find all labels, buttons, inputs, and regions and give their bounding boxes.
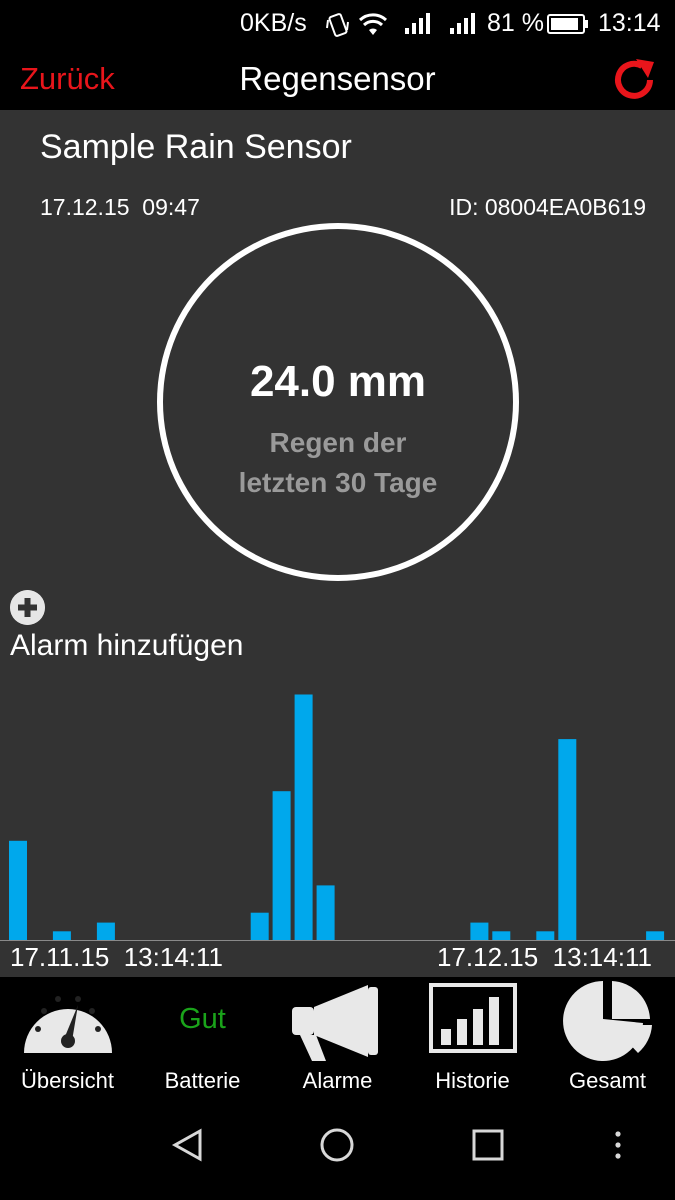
x-axis-start-label: 17.11.15 13:14:11 (10, 942, 224, 972)
rain-bar (250, 912, 269, 940)
rain-amount: 24.0 mm (249, 357, 427, 406)
plus-circle-icon (10, 590, 45, 625)
rain-bar (558, 739, 577, 940)
rain-bar (96, 922, 115, 940)
nav-label-history: Historie (435, 1068, 510, 1093)
nav-label-battery: Batterie (164, 1068, 241, 1093)
sensor-name: Sample Rain Sensor (40, 128, 352, 166)
last-update-timestamp: 17.12.15 09:47 (40, 194, 200, 220)
rain-bar (492, 931, 511, 940)
back-triangle-icon[interactable] (170, 1127, 206, 1163)
nav-label-alarms: Alarme (302, 1068, 373, 1093)
rain-bar (470, 922, 489, 940)
nav-label-overview: Übersicht (21, 1068, 114, 1093)
rain-caption: Regen der letzten 30 Tage (157, 423, 519, 503)
megaphone-icon (292, 985, 378, 1061)
speedometer-icon (24, 996, 112, 1053)
add-alarm-button[interactable]: Alarm hinzufügen (10, 587, 310, 667)
battery-status-text: Gut (179, 1003, 226, 1035)
bar-chart-icon (429, 983, 517, 1053)
clock: 13:14 (598, 9, 661, 37)
rain-caption-line2: letzten 30 Tage (238, 467, 438, 498)
battery-icon (547, 14, 588, 34)
rain-caption-line1: Regen der (269, 427, 407, 458)
rain-bar (646, 931, 665, 940)
nav-label-total: Gesamt (568, 1068, 647, 1093)
rain-bar (272, 791, 291, 940)
pie-chart-icon (563, 981, 652, 1061)
nav-item-overview[interactable]: Übersicht (0, 977, 135, 1097)
system-nav-bar (0, 1097, 675, 1200)
rain-bar (52, 931, 71, 940)
status-bar: 0KB/s 81 % 13:14 (0, 0, 675, 48)
nav-item-total[interactable]: Gesamt (540, 977, 675, 1097)
rain-bar-chart (0, 694, 675, 941)
add-alarm-label: Alarm hinzufügen (10, 629, 244, 662)
vibrate-icon (326, 13, 349, 37)
sensor-id: ID: 08004EA0B619 (449, 194, 646, 220)
sensor-detail: Sample Rain Sensor 17.12.15 09:47 ID: 08… (0, 110, 675, 977)
battery-percent: 81 % (487, 9, 544, 37)
nav-item-history[interactable]: Historie (405, 977, 540, 1097)
signal-icon (450, 13, 475, 34)
home-circle-icon[interactable] (319, 1127, 355, 1163)
x-axis-end-label: 17.12.15 13:14:11 (437, 942, 652, 972)
rain-bar (536, 931, 555, 940)
nav-item-alarms[interactable]: Alarme (270, 977, 405, 1097)
recents-square-icon[interactable] (470, 1127, 506, 1163)
bottom-nav: Übersicht Gut Batterie Alarme Historie G… (0, 977, 675, 1097)
app-bar: Zurück Regensensor (0, 48, 675, 110)
refresh-icon[interactable] (612, 58, 658, 102)
rain-bar (294, 694, 313, 940)
rain-bar (9, 840, 27, 940)
signal-icon (405, 13, 430, 34)
back-button[interactable]: Zurück (20, 61, 115, 97)
more-dots-icon[interactable] (610, 1127, 626, 1163)
net-speed: 0KB/s (240, 9, 307, 37)
rain-bar (316, 885, 335, 940)
nav-item-battery[interactable]: Gut Batterie (135, 977, 270, 1097)
wifi-icon (358, 13, 388, 35)
